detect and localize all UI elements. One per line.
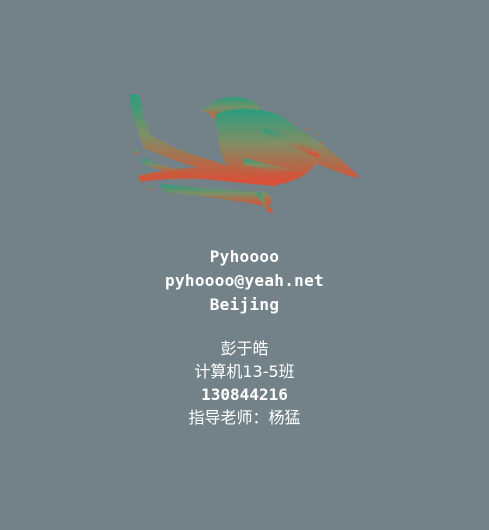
profile-location: Beijing bbox=[209, 295, 280, 314]
profile-email: pyhoooo@yeah.net bbox=[165, 271, 324, 290]
bird-on-branch-icon bbox=[130, 93, 360, 212]
profile-block: Pyhoooo pyhoooo@yeah.net Beijing bbox=[0, 245, 489, 317]
student-advisor: 指导老师：杨猛 bbox=[188, 408, 301, 427]
student-block: 彭于皓 计算机13-5班 130844216 指导老师：杨猛 bbox=[0, 337, 489, 429]
student-id: 130844216 bbox=[201, 385, 288, 404]
student-name: 彭于皓 bbox=[220, 339, 269, 358]
profile-name: Pyhoooo bbox=[209, 247, 280, 266]
student-class: 计算机13-5班 bbox=[194, 362, 295, 381]
